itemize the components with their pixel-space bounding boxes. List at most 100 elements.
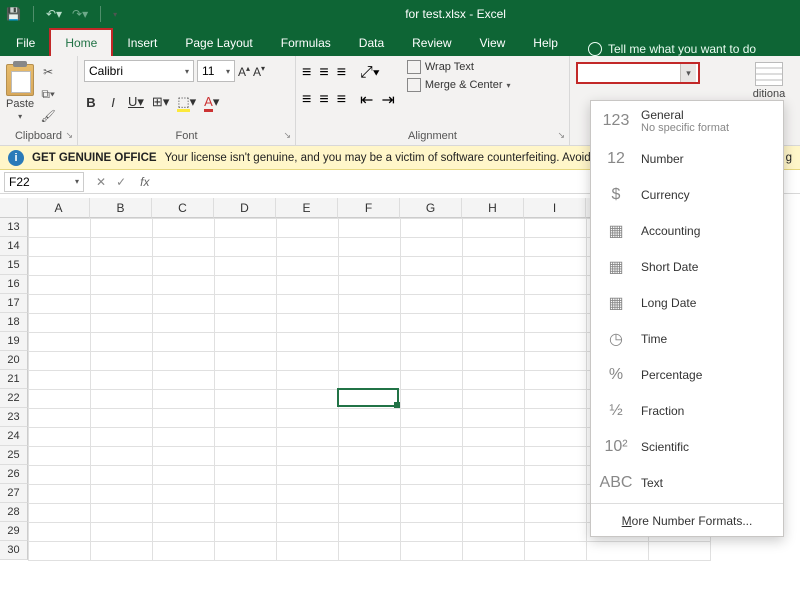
cell[interactable] bbox=[277, 428, 339, 447]
cell[interactable] bbox=[153, 333, 215, 352]
cell[interactable] bbox=[525, 295, 587, 314]
row-header[interactable]: 29 bbox=[0, 522, 28, 541]
cell[interactable] bbox=[91, 390, 153, 409]
cell[interactable] bbox=[401, 352, 463, 371]
tab-formulas[interactable]: Formulas bbox=[267, 30, 345, 56]
cell[interactable] bbox=[29, 333, 91, 352]
cell[interactable] bbox=[339, 238, 401, 257]
cell[interactable] bbox=[401, 390, 463, 409]
cell[interactable] bbox=[91, 219, 153, 238]
fx-icon[interactable]: fx bbox=[134, 175, 155, 189]
cell[interactable] bbox=[29, 219, 91, 238]
cell[interactable] bbox=[525, 409, 587, 428]
cell[interactable] bbox=[29, 352, 91, 371]
cell[interactable] bbox=[525, 466, 587, 485]
format-painter-icon[interactable]: 🖌 bbox=[40, 108, 56, 124]
align-bottom-icon[interactable]: ≡ bbox=[337, 64, 346, 82]
cell[interactable] bbox=[277, 276, 339, 295]
cell[interactable] bbox=[153, 295, 215, 314]
number-format-number[interactable]: 12Number bbox=[591, 141, 783, 177]
cell[interactable] bbox=[91, 257, 153, 276]
cell[interactable] bbox=[91, 542, 153, 561]
cell[interactable] bbox=[463, 542, 525, 561]
cell[interactable] bbox=[215, 428, 277, 447]
cell[interactable] bbox=[29, 523, 91, 542]
cell[interactable] bbox=[401, 466, 463, 485]
cell[interactable] bbox=[215, 466, 277, 485]
redo-icon[interactable]: ↷▾ bbox=[72, 7, 88, 21]
tab-review[interactable]: Review bbox=[398, 30, 465, 56]
cell[interactable] bbox=[153, 257, 215, 276]
tab-page-layout[interactable]: Page Layout bbox=[171, 30, 266, 56]
cell[interactable] bbox=[463, 276, 525, 295]
row-header[interactable]: 20 bbox=[0, 351, 28, 370]
align-center-icon[interactable]: ≡ bbox=[319, 91, 328, 109]
cell[interactable] bbox=[401, 257, 463, 276]
cell[interactable] bbox=[339, 295, 401, 314]
cell[interactable] bbox=[401, 371, 463, 390]
column-header[interactable]: D bbox=[214, 198, 276, 218]
cell[interactable] bbox=[29, 276, 91, 295]
cell[interactable] bbox=[91, 352, 153, 371]
number-format-long_date[interactable]: ▦Long Date bbox=[591, 285, 783, 321]
cell[interactable] bbox=[401, 523, 463, 542]
cell[interactable] bbox=[91, 523, 153, 542]
cell[interactable] bbox=[339, 447, 401, 466]
align-left-icon[interactable]: ≡ bbox=[302, 91, 311, 109]
cell[interactable] bbox=[525, 257, 587, 276]
cell[interactable] bbox=[277, 390, 339, 409]
row-header[interactable]: 30 bbox=[0, 541, 28, 560]
cell[interactable] bbox=[153, 238, 215, 257]
number-format-short_date[interactable]: ▦Short Date bbox=[591, 249, 783, 285]
cell[interactable] bbox=[463, 257, 525, 276]
cell[interactable] bbox=[91, 295, 153, 314]
merge-center-button[interactable]: Merge & Center ▾ bbox=[407, 78, 511, 92]
underline-button[interactable]: U▾ bbox=[128, 94, 144, 110]
cell[interactable] bbox=[91, 504, 153, 523]
tab-file[interactable]: File bbox=[6, 30, 49, 56]
cell[interactable] bbox=[153, 314, 215, 333]
cell[interactable] bbox=[463, 447, 525, 466]
cell[interactable] bbox=[91, 447, 153, 466]
copy-icon[interactable]: ⧉▾ bbox=[40, 86, 56, 102]
cell[interactable] bbox=[401, 504, 463, 523]
cell[interactable] bbox=[91, 333, 153, 352]
cell[interactable] bbox=[215, 504, 277, 523]
wrap-text-button[interactable]: Wrap Text bbox=[407, 60, 511, 74]
cell[interactable] bbox=[339, 352, 401, 371]
number-format-time[interactable]: ◷Time bbox=[591, 321, 783, 357]
cell[interactable] bbox=[277, 542, 339, 561]
font-name-combo[interactable]: Calibri▾ bbox=[84, 60, 194, 82]
cell[interactable] bbox=[29, 447, 91, 466]
alignment-launcher-icon[interactable]: ↘ bbox=[557, 130, 565, 141]
orientation-button[interactable]: ⤢▾ bbox=[360, 64, 380, 82]
align-right-icon[interactable]: ≡ bbox=[337, 91, 346, 109]
cell[interactable] bbox=[29, 466, 91, 485]
italic-button[interactable]: I bbox=[106, 95, 120, 110]
cell[interactable] bbox=[649, 542, 711, 561]
cell[interactable] bbox=[153, 219, 215, 238]
cell[interactable] bbox=[339, 542, 401, 561]
number-format-general[interactable]: 123GeneralNo specific format bbox=[591, 101, 783, 141]
row-header[interactable]: 17 bbox=[0, 294, 28, 313]
cell[interactable] bbox=[463, 371, 525, 390]
cell[interactable] bbox=[525, 238, 587, 257]
row-header[interactable]: 28 bbox=[0, 503, 28, 522]
grow-font-icon[interactable]: A▴ bbox=[238, 64, 250, 79]
cell[interactable] bbox=[153, 352, 215, 371]
cell[interactable] bbox=[91, 314, 153, 333]
cell[interactable] bbox=[91, 371, 153, 390]
cell[interactable] bbox=[215, 257, 277, 276]
cell[interactable] bbox=[29, 238, 91, 257]
column-header[interactable]: B bbox=[90, 198, 152, 218]
row-header[interactable]: 25 bbox=[0, 446, 28, 465]
tab-insert[interactable]: Insert bbox=[113, 30, 171, 56]
cell[interactable] bbox=[525, 219, 587, 238]
cell[interactable] bbox=[339, 314, 401, 333]
cell[interactable] bbox=[277, 333, 339, 352]
cell[interactable] bbox=[525, 523, 587, 542]
number-format-fraction[interactable]: ½Fraction bbox=[591, 393, 783, 429]
row-header[interactable]: 26 bbox=[0, 465, 28, 484]
align-middle-icon[interactable]: ≡ bbox=[319, 64, 328, 82]
cell[interactable] bbox=[587, 542, 649, 561]
